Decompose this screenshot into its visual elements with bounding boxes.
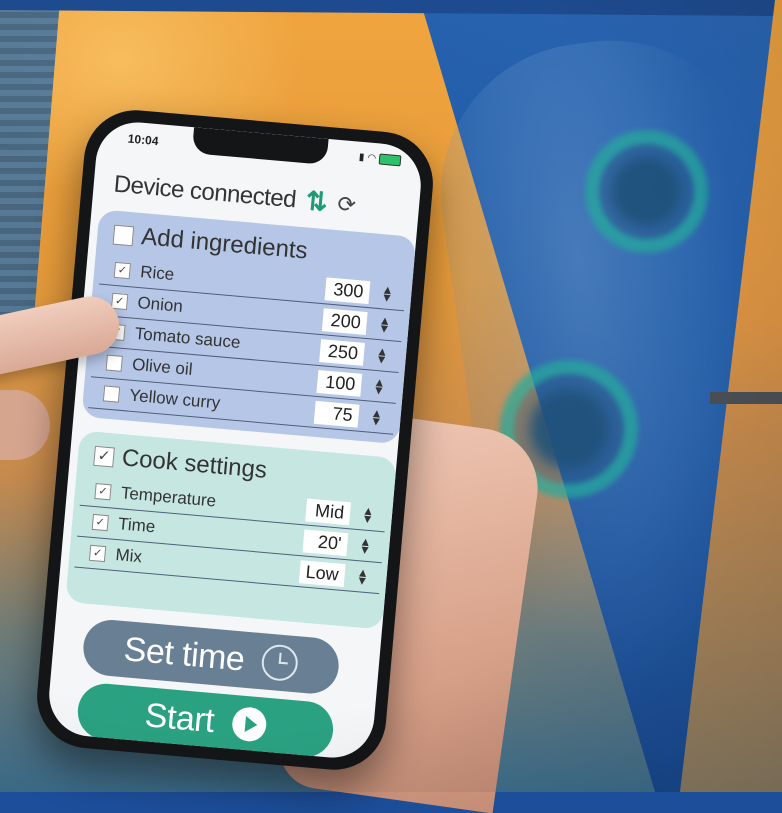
stepper-icon[interactable]: ▲ ▼ bbox=[372, 375, 386, 398]
stepper-icon[interactable]: ▲ ▼ bbox=[378, 313, 392, 336]
ingredient-checkbox[interactable]: ✓ bbox=[113, 261, 132, 280]
stepper-icon[interactable]: ▲ ▼ bbox=[356, 565, 370, 588]
cook-setting-value[interactable]: Mid bbox=[305, 498, 352, 525]
status-time: 10:04 bbox=[127, 131, 160, 149]
stepper-icon[interactable]: ▲ ▼ bbox=[380, 282, 394, 305]
ingredient-value[interactable]: 200 bbox=[321, 307, 368, 335]
play-icon bbox=[230, 705, 268, 743]
stepper-icon[interactable]: ▲ ▼ bbox=[361, 503, 375, 526]
stepper-icon[interactable]: ▲ ▼ bbox=[370, 406, 384, 429]
ingredient-checkbox[interactable] bbox=[102, 385, 121, 403]
cook-setting-value[interactable]: 20' bbox=[302, 528, 349, 556]
start-label: Start bbox=[143, 695, 216, 740]
cook-setting-checkbox[interactable]: ✓ bbox=[94, 483, 112, 501]
device-light-ring-top bbox=[585, 130, 708, 253]
phone-screen: 10:04 ▮ ◠ Device connected ⇅ ⟳ Add ingre… bbox=[45, 118, 425, 762]
stepper-icon[interactable]: ▲ ▼ bbox=[358, 534, 372, 557]
smartphone: 10:04 ▮ ◠ Device connected ⇅ ⟳ Add ingre… bbox=[32, 105, 438, 775]
ingredient-checkbox[interactable] bbox=[105, 354, 123, 372]
cook-setting-checkbox[interactable]: ✓ bbox=[88, 544, 107, 563]
ingredient-value[interactable]: 250 bbox=[319, 338, 365, 366]
cook-setting-value[interactable]: Low bbox=[298, 559, 346, 587]
start-button[interactable]: Start bbox=[75, 681, 336, 760]
wifi-icon: ◠ bbox=[366, 152, 377, 165]
connection-status: Device connected bbox=[112, 170, 298, 213]
ingredient-value[interactable]: 100 bbox=[316, 369, 363, 397]
ingredient-value[interactable]: 300 bbox=[324, 276, 371, 304]
cook-settings-title: Cook settings bbox=[120, 444, 269, 484]
cook-setting-checkbox[interactable]: ✓ bbox=[91, 513, 109, 532]
ingredients-panel: Add ingredients ✓Rice300▲▼✓Onion200▲▼✓To… bbox=[81, 209, 417, 445]
ingredients-checkbox[interactable] bbox=[112, 224, 135, 247]
ingredient-value[interactable]: 75 bbox=[313, 400, 360, 428]
cook-settings-checkbox[interactable]: ✓ bbox=[93, 445, 115, 468]
status-icons: ▮ ◠ bbox=[358, 151, 402, 167]
bridge bbox=[710, 392, 782, 404]
battery-icon bbox=[378, 153, 402, 167]
sync-arrows-icon: ⇅ bbox=[304, 185, 329, 218]
refresh-icon[interactable]: ⟳ bbox=[336, 191, 358, 219]
phone-notch bbox=[191, 127, 329, 165]
signal-icon: ▮ bbox=[358, 151, 365, 164]
clock-icon bbox=[260, 643, 300, 683]
set-time-label: Set time bbox=[122, 629, 246, 679]
stepper-icon[interactable]: ▲ ▼ bbox=[375, 344, 389, 367]
cook-settings-panel: ✓ Cook settings ✓ Temperature Mid ▲ ▼ ✓ Time 20… bbox=[65, 430, 398, 630]
